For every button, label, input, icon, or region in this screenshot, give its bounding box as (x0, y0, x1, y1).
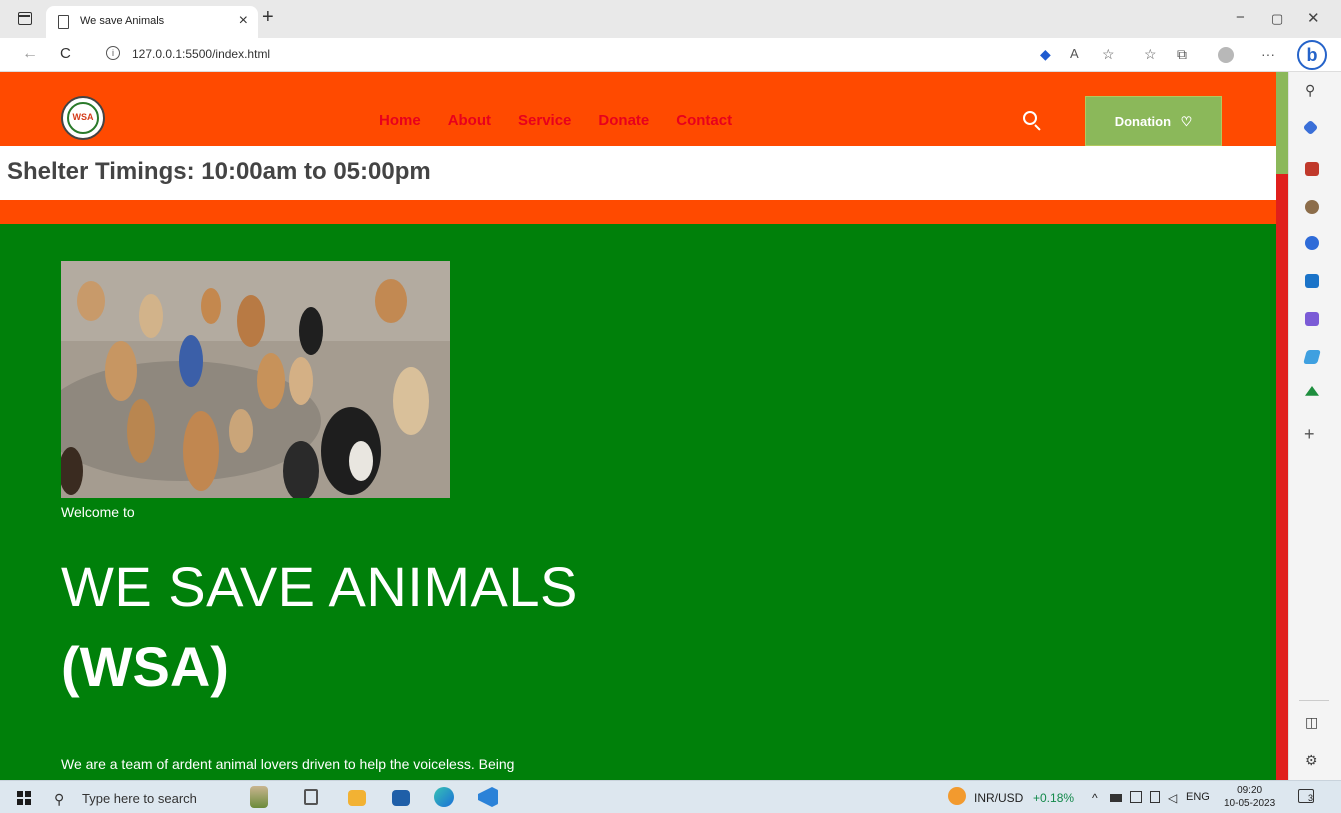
sidebar-telegram-icon[interactable] (1303, 350, 1321, 364)
windows-start-icon[interactable] (17, 791, 31, 805)
clock-date: 10-05-2023 (1224, 798, 1276, 809)
shelter-timings-bar: Shelter Timings: 10:00am to 05:00pm (0, 146, 1276, 200)
edge-sidebar: ⚲ + ◫ ⚙ (1288, 72, 1341, 780)
taskbar-search-box[interactable]: ⚲ Type here to search (48, 787, 268, 809)
url-text: 127.0.0.1:5500/index.html (132, 47, 271, 61)
collections-icon[interactable]: ⧉ (1177, 46, 1187, 63)
favorites-list-icon[interactable]: ☆ (1144, 46, 1157, 63)
site-info-icon[interactable]: i (106, 46, 120, 60)
browser-tab[interactable]: We save Animals × (46, 6, 258, 38)
sidebar-settings-icon[interactable]: ⚙ (1305, 752, 1318, 769)
new-tab-button[interactable]: + (262, 6, 274, 29)
browser-tab-bar: We save Animals × + − ▢ ✕ (0, 0, 1341, 38)
notification-icon[interactable]: 3 (1298, 789, 1314, 803)
address-bar[interactable]: i 127.0.0.1:5500/index.html (92, 42, 1032, 68)
tray-network-icon[interactable] (1150, 791, 1160, 803)
logo-text: WSA (72, 112, 94, 122)
sidebar-tree-icon[interactable] (1305, 386, 1319, 396)
nav-service[interactable]: Service (518, 112, 571, 129)
sidebar-search-icon[interactable]: ⚲ (1305, 82, 1315, 99)
sidebar-tools-icon[interactable] (1305, 162, 1319, 176)
nav-home[interactable]: Home (379, 112, 421, 129)
clock-time: 09:20 (1237, 785, 1263, 796)
taskbar-search-icon: ⚲ (54, 791, 65, 807)
main-nav: Home About Service Donate Contact (379, 112, 759, 129)
page-viewport: WSA Home About Service Donate Contact Do… (0, 72, 1288, 780)
bing-chat-icon[interactable]: b (1297, 40, 1327, 70)
page-icon (58, 15, 69, 29)
profile-avatar-icon[interactable] (1218, 47, 1234, 63)
minimize-button[interactable]: − (1236, 9, 1245, 26)
sidebar-office-icon[interactable] (1305, 236, 1319, 250)
hero-title: WE SAVE ANIMALS (61, 555, 578, 618)
close-button[interactable]: ✕ (1307, 9, 1320, 27)
restore-button[interactable]: ▢ (1271, 11, 1283, 27)
currency-label[interactable]: INR/USD (974, 791, 1023, 805)
tray-volume-icon[interactable]: ◁ (1168, 791, 1177, 805)
hero-intro-text: We are a team of ardent animal lovers dr… (61, 756, 515, 772)
tray-battery-icon[interactable] (1110, 794, 1122, 802)
favorite-icon[interactable]: ☆ (1102, 46, 1115, 63)
sidebar-shopping-icon[interactable] (1302, 119, 1319, 136)
dogs-photo (61, 261, 450, 498)
tab-actions-icon[interactable] (18, 12, 32, 25)
welcome-text: Welcome to (61, 504, 135, 520)
task-view-icon[interactable] (304, 789, 318, 805)
tab-title: We save Animals (80, 15, 165, 27)
language-indicator[interactable]: ENG (1186, 791, 1210, 803)
vscode-icon[interactable] (478, 787, 498, 807)
edge-browser-icon[interactable] (434, 787, 454, 807)
back-button[interactable]: ← (22, 45, 38, 63)
donation-button[interactable]: Donation ♡ (1085, 96, 1222, 146)
weather-market-icon[interactable] (948, 787, 966, 805)
reload-button[interactable]: C (60, 45, 71, 62)
heart-icon: ♡ (1180, 114, 1193, 129)
shelter-timings-text: Shelter Timings: 10:00am to 05:00pm (7, 158, 431, 185)
read-aloud-icon[interactable]: A (1070, 46, 1079, 61)
sidebar-add-icon[interactable]: + (1304, 424, 1315, 445)
taskbar-clock[interactable]: 09:20 10-05-2023 (1224, 784, 1275, 810)
file-explorer-icon[interactable] (348, 790, 366, 806)
sidebar-panel-icon[interactable]: ◫ (1305, 714, 1318, 731)
sidebar-games-icon[interactable] (1305, 200, 1319, 214)
tray-chevron-up-icon[interactable]: ^ (1092, 791, 1098, 805)
site-search-icon[interactable] (1022, 110, 1042, 131)
coupon-tag-icon[interactable]: ◆ (1040, 46, 1051, 63)
hero-subtitle: (WSA) (61, 635, 229, 698)
orange-divider (0, 200, 1276, 224)
site-logo[interactable]: WSA (61, 96, 105, 140)
taskbar-widget-icon[interactable] (250, 786, 268, 808)
nav-about[interactable]: About (448, 112, 491, 129)
page-scrollbar[interactable] (1276, 72, 1288, 780)
tray-app-icon[interactable] (1130, 791, 1142, 803)
sidebar-designer-icon[interactable] (1305, 312, 1319, 326)
currency-change: +0.18% (1033, 791, 1075, 805)
mail-icon[interactable] (392, 790, 410, 806)
taskbar-search-placeholder: Type here to search (82, 791, 197, 806)
nav-donate[interactable]: Donate (598, 112, 649, 129)
site-header: WSA Home About Service Donate Contact Do… (0, 72, 1276, 146)
windows-taskbar: ⚲ Type here to search INR/USD +0.18% ^ ◁… (0, 780, 1341, 813)
hero-section: Welcome to WE SAVE ANIMALS (WSA) We are … (0, 224, 1276, 780)
dogs-photo-illustration (61, 261, 450, 498)
more-menu-icon[interactable]: ··· (1261, 46, 1275, 62)
sidebar-outlook-icon[interactable] (1305, 274, 1319, 288)
tab-close-button[interactable]: × (239, 12, 248, 30)
nav-contact[interactable]: Contact (676, 112, 732, 129)
donation-label: Donation (1114, 114, 1172, 129)
scrollbar-thumb[interactable] (1276, 72, 1288, 174)
sidebar-divider (1299, 700, 1329, 701)
address-toolbar: ← C i 127.0.0.1:5500/index.html ◆ A ☆ ☆ … (0, 38, 1341, 72)
